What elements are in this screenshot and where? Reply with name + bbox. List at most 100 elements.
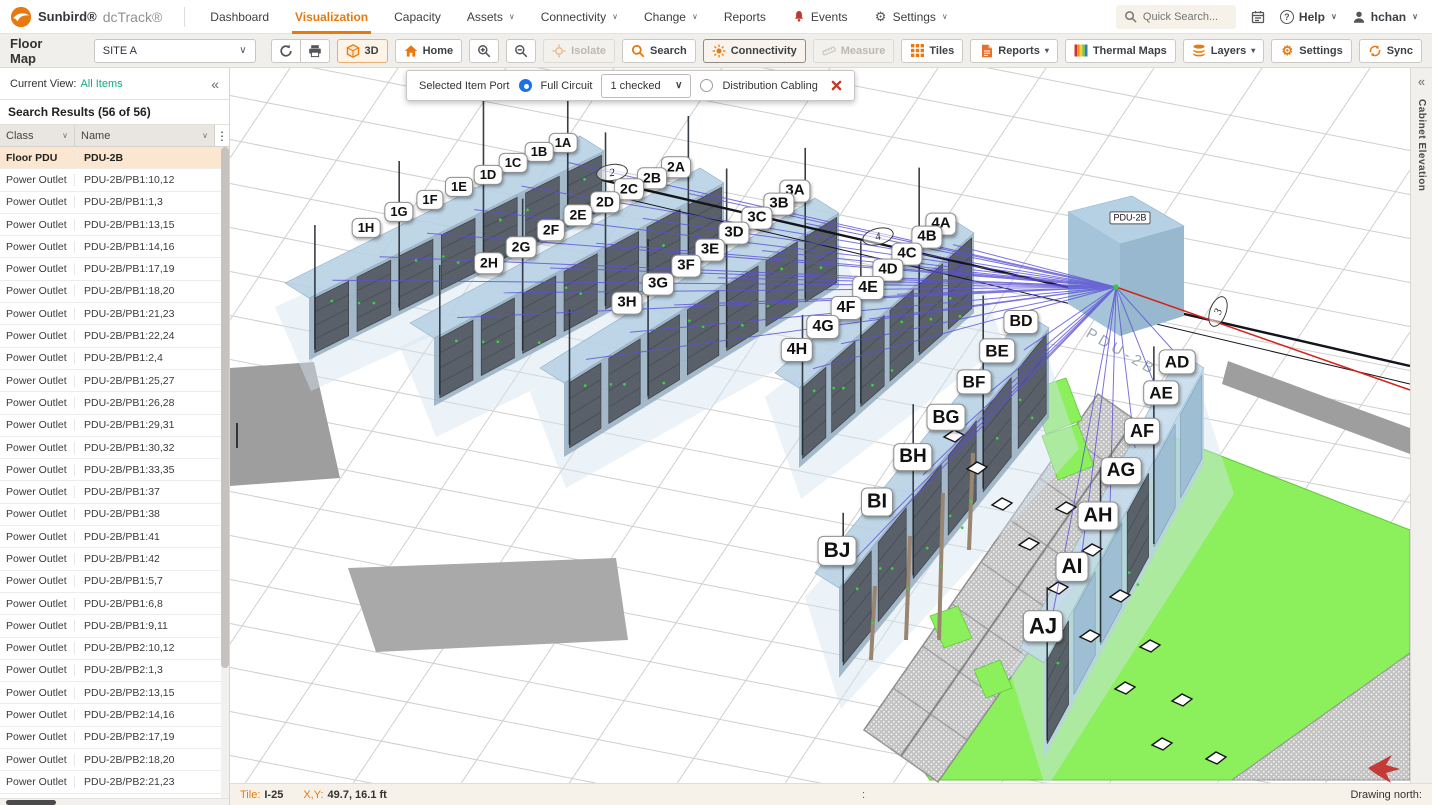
table-row[interactable]: Power Outlet PDU-2B/PB1:29,31 — [0, 415, 229, 437]
table-row[interactable]: Power Outlet PDU-2B/PB1:10,12 — [0, 169, 229, 192]
cabinet-elevation-tab[interactable]: Cabinet Elevation — [1416, 99, 1427, 191]
rack-label-ae[interactable]: AE — [1143, 380, 1179, 406]
rack-label-bi[interactable]: BI — [861, 487, 893, 517]
rack-label-4h[interactable]: 4H — [780, 338, 814, 362]
nav-item-change[interactable]: Change ∨ — [631, 0, 711, 34]
table-row[interactable]: Floor PDU PDU-2B — [0, 147, 229, 170]
nav-item-assets[interactable]: Assets ∨ — [454, 0, 528, 34]
rack-label-1g[interactable]: 1G — [384, 201, 414, 223]
rack-label-bg[interactable]: BG — [926, 403, 966, 431]
nav-item-dashboard[interactable]: Dashboard — [197, 0, 282, 34]
rack-label-aj[interactable]: AJ — [1022, 610, 1064, 642]
rack-label-ah[interactable]: AH — [1077, 501, 1119, 531]
table-row[interactable]: Power Outlet PDU-2B/PB1:38 — [0, 504, 229, 527]
table-row[interactable]: Power Outlet PDU-2B/PB1:22,24 — [0, 325, 229, 348]
table-row[interactable]: Power Outlet PDU-2B/PB1:6,8 — [0, 593, 229, 616]
site-selector[interactable]: SITE A ∨ — [93, 38, 256, 63]
rack-label-2h[interactable]: 2H — [474, 252, 504, 274]
3d-button[interactable]: 3D — [336, 38, 388, 63]
rack-label-3h[interactable]: 3H — [611, 291, 643, 315]
table-row[interactable]: Power Outlet PDU-2B/PB1:5,7 — [0, 571, 229, 593]
rack-label-2d[interactable]: 2D — [590, 191, 620, 213]
floor-map-3d-scene[interactable]: PDU-2B — [230, 68, 1410, 783]
nav-item-settings[interactable]: ⚙ Settings ∨ — [861, 0, 961, 34]
nav-item-connectivity[interactable]: Connectivity ∨ — [528, 0, 631, 34]
nav-item-capacity[interactable]: Capacity — [381, 0, 454, 34]
quick-search-input[interactable] — [1142, 10, 1228, 23]
sidebar-vertical-scrollbar[interactable] — [221, 147, 229, 798]
rack-label-2e[interactable]: 2E — [563, 204, 593, 226]
rack-label-2f[interactable]: 2F — [536, 219, 566, 241]
rack-label-ag[interactable]: AG — [1100, 457, 1142, 485]
table-row[interactable]: Power Outlet PDU-2B/PB1:33,35 — [0, 459, 229, 482]
tiles-button[interactable]: Tiles — [901, 38, 964, 63]
table-row[interactable]: Power Outlet PDU-2B/PB1:37 — [0, 481, 229, 504]
table-menu-icon[interactable]: ⋮ — [214, 125, 229, 146]
rack-label-af[interactable]: AF — [1124, 417, 1160, 445]
scrollbar-thumb[interactable] — [221, 147, 229, 668]
settings-button[interactable]: ⚙ Settings — [1271, 38, 1352, 63]
rack-label-1c[interactable]: 1C — [498, 152, 528, 174]
sidebar-horizontal-scrollbar[interactable] — [0, 798, 229, 805]
rack-label-be[interactable]: BE — [979, 338, 1015, 364]
table-row[interactable]: Power Outlet PDU-2B/PB2:21,23 — [0, 771, 229, 794]
table-row[interactable]: Power Outlet PDU-2B/PB1:17,19 — [0, 258, 229, 281]
thermal-maps-button[interactable]: Thermal Maps — [1064, 38, 1176, 63]
table-row[interactable]: Power Outlet PDU-2B/PB2:17,19 — [0, 727, 229, 750]
table-row[interactable]: Power Outlet PDU-2B/PB2:18,20 — [0, 749, 229, 772]
scrollbar-thumb[interactable] — [6, 800, 56, 805]
panel-collapse-icon[interactable]: « — [1418, 74, 1425, 89]
calendar-icon[interactable] — [1251, 10, 1265, 24]
rack-label-2g[interactable]: 2G — [505, 236, 537, 258]
table-row[interactable]: Power Outlet PDU-2B/PB1:42 — [0, 548, 229, 571]
close-icon[interactable] — [831, 80, 842, 91]
rack-label-bh[interactable]: BH — [893, 443, 933, 471]
layers-button[interactable]: Layers ▾ — [1182, 38, 1265, 63]
nav-item-events[interactable]: Events — [779, 0, 861, 34]
table-row[interactable]: Power Outlet PDU-2B/PB1:9,11 — [0, 615, 229, 638]
rack-label-3f[interactable]: 3F — [671, 254, 701, 278]
current-view-value[interactable]: All Items — [80, 78, 122, 90]
table-row[interactable]: Power Outlet PDU-2B/PB2:1,3 — [0, 660, 229, 683]
table-row[interactable]: Power Outlet PDU-2B/PB1:13,15 — [0, 214, 229, 237]
table-row[interactable]: Power Outlet PDU-2B/PB1:26,28 — [0, 392, 229, 415]
rack-label-1b[interactable]: 1B — [524, 141, 554, 163]
column-header-class[interactable]: Class ∨ — [0, 125, 75, 146]
column-header-name[interactable]: Name ∨ — [75, 125, 214, 146]
nav-item-visualization[interactable]: Visualization — [282, 0, 381, 34]
table-row[interactable]: Power Outlet PDU-2B/PB2:14,16 — [0, 704, 229, 727]
table-row[interactable]: Power Outlet PDU-2B/PB1:30,32 — [0, 437, 229, 460]
table-row[interactable]: Power Outlet PDU-2B/PB1:18,20 — [0, 281, 229, 304]
pdu-label-pdu-2b[interactable]: PDU-2B — [1109, 211, 1151, 225]
rack-label-3g[interactable]: 3G — [641, 272, 675, 296]
table-row[interactable]: Power Outlet PDU-2B/PB2:10,12 — [0, 638, 229, 660]
connectivity-button[interactable]: Connectivity — [702, 38, 806, 63]
sidebar-collapse-icon[interactable]: « — [211, 76, 219, 92]
refresh-button[interactable] — [270, 38, 301, 63]
table-row[interactable]: Power Outlet PDU-2B/PB1:14,16 — [0, 236, 229, 259]
checked-items-dropdown[interactable]: 1 checked ∨ — [601, 73, 692, 98]
zoom-in-button[interactable] — [469, 38, 500, 63]
quick-search[interactable] — [1115, 4, 1236, 29]
table-row[interactable]: Power Outlet PDU-2B/PB2:13,15 — [0, 682, 229, 705]
table-row[interactable]: Power Outlet PDU-2B/PB1:1,3 — [0, 192, 229, 214]
table-row[interactable]: Power Outlet PDU-2B/PB1:25,27 — [0, 370, 229, 393]
table-row[interactable]: Power Outlet PDU-2B/PB1:21,23 — [0, 303, 229, 326]
nav-item-reports[interactable]: Reports — [711, 0, 779, 34]
user-menu[interactable]: hchan ∨ — [1352, 10, 1418, 24]
rack-label-1e[interactable]: 1E — [445, 176, 473, 198]
rack-label-bj[interactable]: BJ — [817, 535, 857, 567]
search-button[interactable]: Search — [622, 38, 696, 63]
home-button[interactable]: Home — [394, 38, 463, 63]
table-row[interactable]: Power Outlet PDU-2B/PB1:2,4 — [0, 348, 229, 370]
rack-label-1d[interactable]: 1D — [473, 164, 503, 186]
rack-label-bf[interactable]: BF — [956, 369, 992, 395]
selected-item-port-radio[interactable] — [518, 79, 532, 92]
rack-label-ai[interactable]: AI — [1055, 551, 1089, 583]
rack-label-1f[interactable]: 1F — [416, 189, 444, 211]
rack-label-4g[interactable]: 4G — [806, 315, 840, 339]
sync-button[interactable]: Sync — [1358, 38, 1422, 63]
help-menu[interactable]: ? Help ∨ — [1279, 9, 1337, 24]
zoom-out-button[interactable] — [506, 38, 537, 63]
floor-map-3d-canvas[interactable]: PDU-2B Selected Item Port Full Circuit 1… — [230, 68, 1410, 783]
